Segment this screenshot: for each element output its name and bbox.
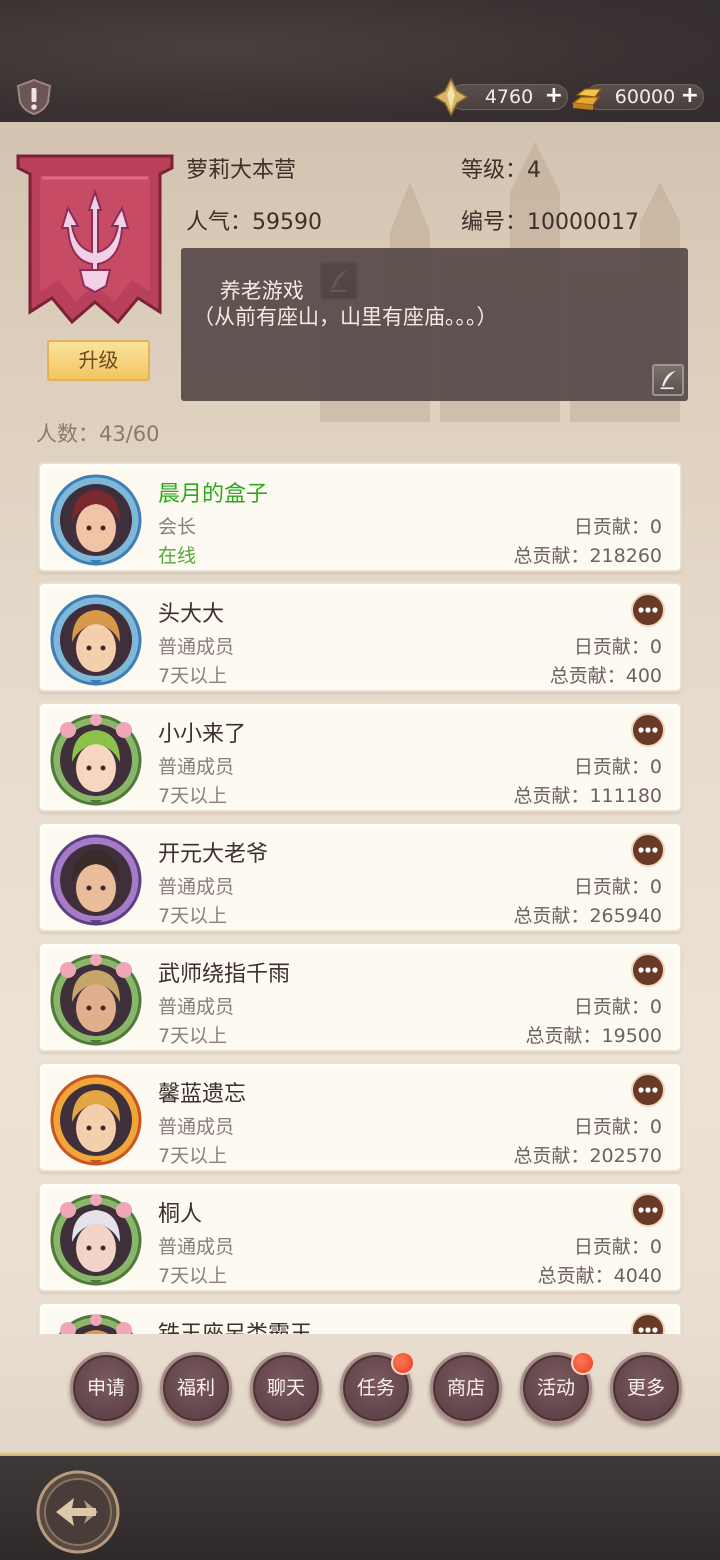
action-button[interactable]: 任务	[340, 1351, 415, 1424]
member-card[interactable]: 晨月的盒子 会长 在线 日贡献：0 总贡献：218260	[38, 462, 682, 572]
member-name: 桐人	[158, 1202, 203, 1227]
member-avatar[interactable]	[50, 474, 142, 566]
member-card[interactable]: 小小来了 普通成员 7天以上 日贡献：0 总贡献：111180	[38, 702, 682, 812]
action-button-label: 福利	[176, 1377, 215, 1399]
gold-add-button[interactable]: +	[681, 84, 699, 108]
crystal-counter[interactable]: 4760 +	[433, 77, 568, 117]
member-role: 普通成员	[158, 1116, 235, 1138]
gold-counter[interactable]: 60000 +	[571, 84, 704, 110]
member-role: 普通成员	[158, 636, 235, 658]
member-status: 7天以上	[158, 785, 228, 807]
guild-banner-emblem	[16, 154, 174, 325]
member-name: 头大大	[158, 602, 225, 627]
member-total-contribution: 总贡献：265940	[513, 905, 662, 927]
guild-panel: 升级 萝莉大本营 等级：4 人气：59590 编号：10000017 养老游戏 …	[0, 122, 720, 1454]
member-total-contribution: 总贡献：19500	[525, 1025, 662, 1047]
action-button-label: 活动	[536, 1377, 575, 1399]
member-role: 普通成员	[158, 996, 235, 1018]
member-total-contribution: 总贡献：4040	[537, 1265, 662, 1287]
action-button[interactable]: 福利	[160, 1352, 232, 1424]
footer-bar	[0, 1456, 720, 1560]
crystal-add-button[interactable]: +	[545, 84, 563, 108]
member-name: 馨蓝遗忘	[158, 1082, 247, 1107]
member-avatar[interactable]	[50, 1314, 142, 1334]
member-daily-contribution: 日贡献：0	[573, 756, 662, 778]
action-button-label: 申请	[86, 1377, 125, 1399]
more-options-icon[interactable]	[630, 1312, 666, 1334]
guild-notice-text: 养老游戏 （从前有座山，山里有座庙。。。）	[193, 279, 498, 329]
member-card[interactable]: 馨蓝遗忘 普通成员 7天以上 日贡献：0 总贡献：202570	[38, 1062, 682, 1172]
action-bar: 申请 福利 聊天 任务 商店 活动 更多	[0, 1334, 720, 1454]
action-button-label: 聊天	[266, 1377, 305, 1399]
action-button[interactable]: 申请	[70, 1352, 142, 1424]
member-name: 铁王座另类霸王	[158, 1316, 312, 1334]
member-avatar[interactable]	[50, 714, 142, 806]
member-role: 普通成员	[158, 756, 235, 778]
back-button[interactable]	[36, 1470, 120, 1554]
action-button-label: 商店	[446, 1377, 485, 1399]
action-button[interactable]: 活动	[520, 1351, 595, 1424]
member-role: 普通成员	[158, 1236, 235, 1258]
member-daily-contribution: 日贡献：0	[573, 1236, 662, 1258]
action-button[interactable]: 聊天	[250, 1352, 322, 1424]
member-avatar[interactable]	[50, 954, 142, 1046]
more-options-icon[interactable]	[630, 1192, 666, 1228]
member-avatar[interactable]	[50, 594, 142, 686]
notification-badge	[391, 1351, 415, 1375]
member-role: 会长	[158, 516, 197, 538]
member-daily-contribution: 日贡献：0	[573, 996, 662, 1018]
member-daily-contribution: 日贡献：0	[573, 516, 662, 538]
action-button-label: 任务	[356, 1377, 395, 1399]
member-list[interactable]: 晨月的盒子 会长 在线 日贡献：0 总贡献：218260 头大大 普通成员 7天…	[0, 458, 720, 1334]
guild-level: 等级：4	[461, 158, 541, 183]
member-status: 7天以上	[158, 1265, 228, 1287]
member-card[interactable]: 武师绕指千雨 普通成员 7天以上 日贡献：0 总贡献：19500	[38, 942, 682, 1052]
notification-badge	[571, 1351, 595, 1375]
top-bar: 4760 + 60000 +	[0, 0, 720, 122]
edit-notice-button[interactable]	[652, 364, 684, 396]
guild-name: 萝莉大本营	[186, 158, 297, 183]
members-count: 人数：43/60	[36, 422, 160, 446]
member-avatar[interactable]	[50, 834, 142, 926]
member-total-contribution: 总贡献：400	[549, 665, 662, 687]
member-status: 在线	[158, 545, 197, 567]
alert-shield-icon[interactable]	[14, 78, 54, 116]
upgrade-button[interactable]: 升级	[47, 340, 150, 381]
member-avatar[interactable]	[50, 1074, 142, 1166]
member-total-contribution: 总贡献：111180	[513, 785, 662, 807]
member-status: 7天以上	[158, 665, 228, 687]
quill-icon	[660, 370, 676, 390]
member-daily-contribution: 日贡献：0	[573, 1116, 662, 1138]
action-button-label: 更多	[626, 1377, 665, 1399]
member-name: 小小来了	[158, 722, 247, 747]
member-daily-contribution: 日贡献：0	[573, 876, 662, 898]
member-status: 7天以上	[158, 905, 228, 927]
member-card[interactable]: 头大大 普通成员 7天以上 日贡献：0 总贡献：400	[38, 582, 682, 692]
action-button[interactable]: 更多	[610, 1352, 682, 1424]
guild-id: 编号：10000017	[461, 210, 639, 235]
member-name: 武师绕指千雨	[158, 962, 291, 987]
member-status: 7天以上	[158, 1025, 228, 1047]
member-card[interactable]: 铁王座另类霸王	[38, 1302, 682, 1334]
member-daily-contribution: 日贡献：0	[573, 636, 662, 658]
member-card[interactable]: 开元大老爷 普通成员 7天以上 日贡献：0 总贡献：265940	[38, 822, 682, 932]
more-options-icon[interactable]	[630, 952, 666, 988]
member-total-contribution: 总贡献：218260	[513, 545, 662, 567]
more-options-icon[interactable]	[630, 1072, 666, 1108]
more-options-icon[interactable]	[630, 832, 666, 868]
member-name: 晨月的盒子	[158, 482, 269, 507]
member-status: 7天以上	[158, 1145, 228, 1167]
member-card[interactable]: 桐人 普通成员 7天以上 日贡献：0 总贡献：4040	[38, 1182, 682, 1292]
guild-notice: 养老游戏 （从前有座山，山里有座庙。。。）	[181, 248, 688, 401]
action-button[interactable]: 商店	[430, 1352, 502, 1424]
member-avatar[interactable]	[50, 1194, 142, 1286]
more-options-icon[interactable]	[630, 592, 666, 628]
member-total-contribution: 总贡献：202570	[513, 1145, 662, 1167]
member-role: 普通成员	[158, 876, 235, 898]
more-options-icon[interactable]	[630, 712, 666, 748]
guild-popularity: 人气：59590	[186, 210, 322, 235]
member-name: 开元大老爷	[158, 842, 269, 867]
